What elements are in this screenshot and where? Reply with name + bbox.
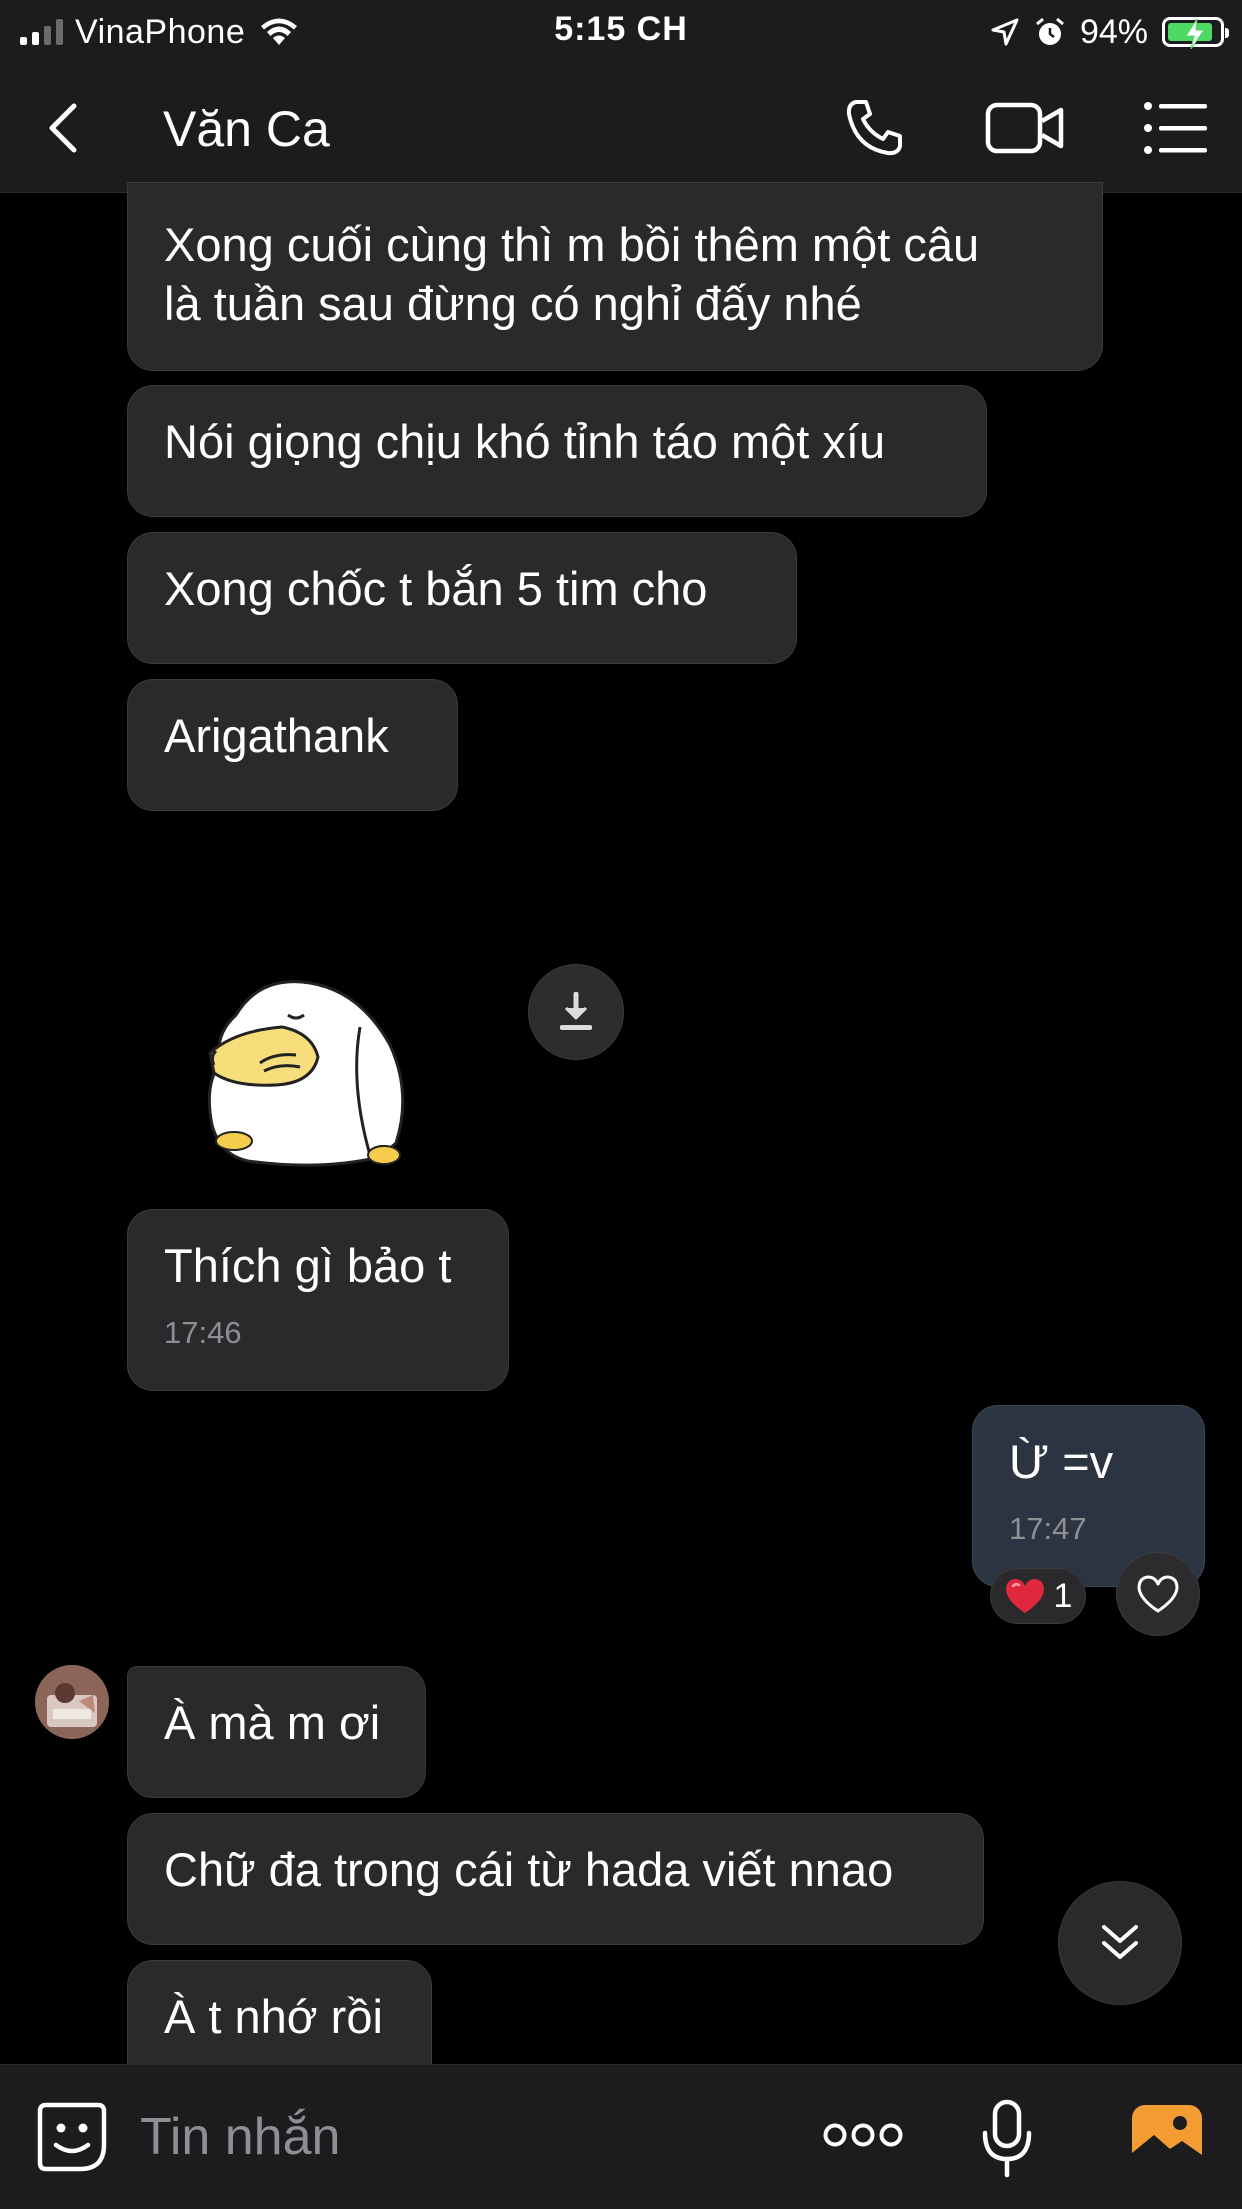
message-text: À mà m ơi	[164, 1696, 381, 1749]
message-timestamp: 17:46	[164, 1315, 242, 1350]
message-text: Thích gì bảo t	[164, 1239, 452, 1292]
message-text: Chữ đa trong cái từ hada viết nnao	[164, 1843, 894, 1896]
message-timestamp: 17:47	[1009, 1511, 1087, 1546]
message-bubble[interactable]: Nói giọng chịu khó tỉnh táo một xíu	[127, 385, 987, 517]
reaction-count: 1	[1053, 1576, 1073, 1615]
download-button[interactable]	[528, 964, 624, 1060]
red-heart-icon	[1005, 1579, 1044, 1613]
message-text: là tuần sau đừng có nghỉ đấy nhé	[164, 277, 862, 330]
message-text: À t nhớ rồi	[164, 1990, 383, 2043]
message-text: Ừ =v	[1009, 1435, 1114, 1488]
message-input[interactable]	[140, 2103, 740, 2171]
avatar-image	[35, 1665, 109, 1739]
react-heart-button[interactable]	[1116, 1552, 1200, 1636]
message-text: Arigathank	[164, 709, 389, 762]
message-bubble[interactable]: Xong chốc t bắn 5 tim cho	[127, 532, 797, 664]
list-menu-icon[interactable]	[1143, 100, 1209, 156]
gallery-image-icon[interactable]	[1130, 2103, 1204, 2171]
phone-icon[interactable]	[842, 96, 906, 160]
sticker-emoji-icon[interactable]	[36, 2101, 108, 2173]
contact-name[interactable]: Văn Ca	[163, 100, 330, 158]
download-icon	[560, 992, 592, 1030]
status-right: 94%	[990, 10, 1229, 54]
message-bubble[interactable]: Xong cuối cùng thì m bồi thêm một câu là…	[127, 182, 1103, 371]
scroll-to-bottom-button[interactable]	[1058, 1881, 1182, 2005]
microphone-icon[interactable]	[980, 2099, 1034, 2179]
battery-percent: 94%	[1079, 12, 1148, 51]
chat-header: Văn Ca	[0, 64, 1242, 193]
back-arrow-icon[interactable]	[40, 98, 90, 158]
message-bubble[interactable]: Chữ đa trong cái từ hada viết nnao	[127, 1813, 984, 1945]
alarm-icon	[1035, 17, 1064, 45]
reaction-badge[interactable]: 1	[990, 1568, 1086, 1624]
battery-icon	[1162, 17, 1229, 49]
duck-sticker-icon[interactable]	[200, 975, 420, 1175]
status-bar: VinaPhone 5:15 CH 94%	[0, 0, 1242, 64]
heart-outline-icon	[1137, 1575, 1179, 1613]
avatar[interactable]	[35, 1665, 109, 1739]
message-composer	[0, 2064, 1242, 2209]
message-text: Nói giọng chịu khó tỉnh táo một xíu	[164, 415, 886, 468]
message-text: Xong cuối cùng thì m bồi thêm một câu	[164, 218, 980, 271]
message-bubble[interactable]: Thích gì bảo t 17:46	[127, 1209, 509, 1391]
message-text: Xong chốc t bắn 5 tim cho	[164, 562, 708, 615]
message-bubble[interactable]: À mà m ơi	[127, 1666, 426, 1798]
location-icon	[991, 18, 1019, 46]
double-chevron-down-icon	[1102, 1925, 1138, 1959]
video-camera-icon[interactable]	[985, 100, 1065, 156]
more-options-icon[interactable]	[822, 2117, 904, 2153]
message-bubble[interactable]: Arigathank	[127, 679, 458, 811]
